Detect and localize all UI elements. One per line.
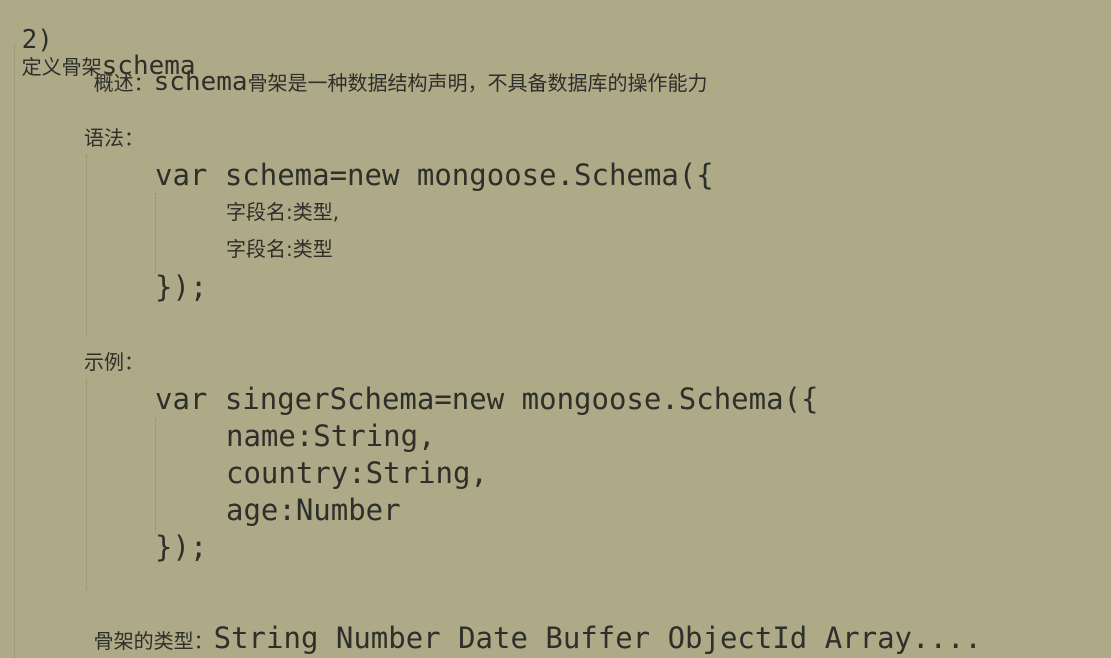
indent-guide: [14, 45, 15, 658]
code-line: 字段名:类型,: [226, 200, 340, 224]
example-label: 示例：: [84, 350, 144, 374]
indent-guide: [155, 193, 156, 273]
code-line: });: [155, 270, 208, 304]
code-line: var schema=new mongoose.Schema({: [155, 158, 714, 192]
code-line: name:String,: [226, 419, 436, 453]
indent-guide: [155, 418, 156, 533]
code-line: country:String,: [226, 456, 488, 490]
code-line: });: [155, 530, 208, 564]
syntax-label: 语法：: [84, 126, 144, 150]
schema-types: 骨架的类型：String Number Date Buffer ObjectId…: [93, 621, 982, 655]
overview: 概述：schema骨架是一种数据结构声明，不具备数据库的操作能力: [93, 67, 708, 97]
indent-guide: [86, 380, 87, 590]
code-line: 字段名:类型: [226, 237, 333, 261]
indent-guide: [86, 155, 87, 335]
code-line: age:Number: [226, 493, 401, 527]
code-line: var singerSchema=new mongoose.Schema({: [155, 382, 819, 416]
